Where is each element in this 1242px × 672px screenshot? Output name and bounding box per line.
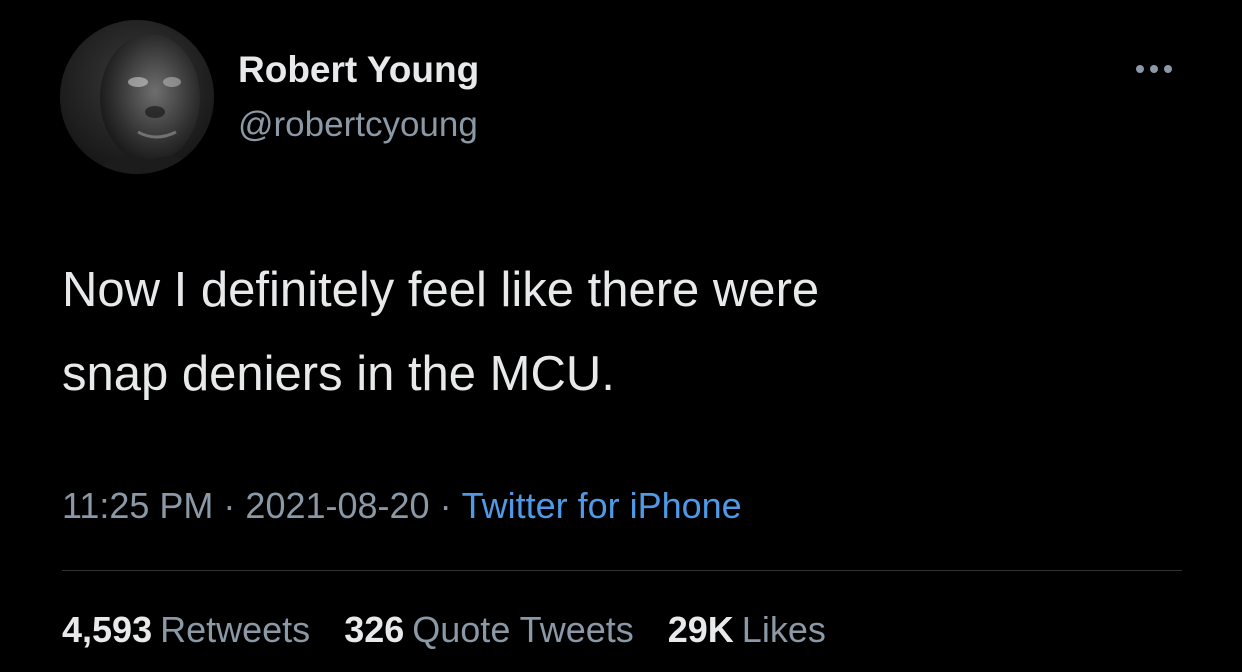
more-options-button[interactable] (1124, 54, 1184, 84)
retweets-count: 4,593 (62, 609, 153, 650)
avatar[interactable] (60, 20, 214, 174)
divider (62, 570, 1182, 571)
username-handle[interactable]: @robertcyoung (238, 103, 478, 147)
likes-stat[interactable]: 29K Likes (668, 608, 826, 652)
quote-tweets-stat[interactable]: 326 Quote Tweets (344, 608, 634, 652)
tweet-date[interactable]: 2021-08-20 (245, 485, 429, 526)
engagement-stats: 4,593 Retweets 326 Quote Tweets 29K Likes (62, 608, 850, 652)
meta-separator: · (439, 485, 452, 526)
meta-separator: · (223, 485, 236, 526)
likes-label: Likes (741, 609, 826, 650)
retweets-label: Retweets (160, 609, 311, 650)
quote-tweets-label: Quote Tweets (412, 609, 634, 650)
tweet-card: Robert Young @robertcyoung Now I definit… (0, 0, 1242, 672)
likes-count: 29K (667, 609, 734, 650)
ellipsis-icon (1136, 65, 1172, 73)
quote-tweets-count: 326 (344, 609, 405, 650)
retweets-stat[interactable]: 4,593 Retweets (62, 608, 310, 652)
tweet-text: Now I definitely feel like there were sn… (62, 263, 820, 401)
tweet-source-link[interactable]: Twitter for iPhone (462, 485, 742, 526)
tweet-time[interactable]: 11:25 PM (62, 485, 213, 526)
tweet-meta: 11:25 PM · 2021-08-20 · Twitter for iPhone (62, 484, 742, 528)
profile-photo (60, 20, 214, 174)
display-name[interactable]: Robert Young (238, 48, 479, 92)
